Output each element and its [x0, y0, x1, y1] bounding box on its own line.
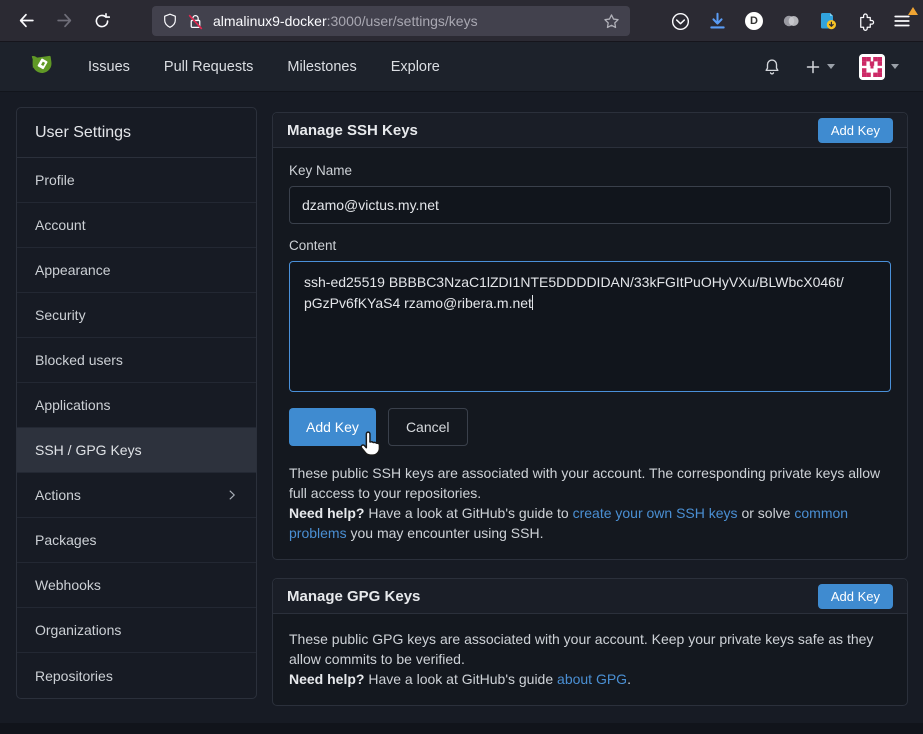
- gpg-need-help-line: Need help? Have a look at GitHub's guide…: [289, 669, 891, 689]
- sidebar-item-packages[interactable]: Packages: [17, 518, 256, 563]
- browser-reload-button[interactable]: [86, 5, 118, 37]
- key-name-input[interactable]: [289, 186, 891, 224]
- text-caret: [532, 295, 533, 310]
- ssh-need-help-line: Need help? Have a look at GitHub's guide…: [289, 503, 891, 543]
- key-name-label: Key Name: [289, 163, 891, 178]
- gitea-nav-links: Issues Pull Requests Milestones Explore: [88, 59, 440, 75]
- ssh-panel-body: Key Name Content ssh-ed25519 BBBBC3NzaC1…: [273, 148, 907, 559]
- browser-forward-button[interactable]: [48, 5, 80, 37]
- gpg-help-text: These public GPG keys are associated wit…: [289, 629, 891, 689]
- bookmark-star-icon[interactable]: [603, 13, 620, 30]
- nav-link-explore[interactable]: Explore: [391, 59, 440, 75]
- browser-back-button[interactable]: [10, 5, 42, 37]
- downloads-icon[interactable]: [706, 10, 728, 32]
- duckduckgo-extension-icon[interactable]: D: [743, 10, 765, 32]
- manage-gpg-keys-panel: Manage GPG Keys Add Key These public GPG…: [272, 578, 908, 706]
- nav-link-pull-requests[interactable]: Pull Requests: [164, 59, 253, 75]
- ssh-guide-link[interactable]: create your own SSH keys: [573, 505, 738, 521]
- gitea-logo[interactable]: [26, 51, 58, 83]
- create-new-dropdown[interactable]: [805, 59, 835, 75]
- sidebar-item-blocked-users[interactable]: Blocked users: [17, 338, 256, 383]
- ssh-form-buttons: Add Key Cancel: [289, 408, 891, 446]
- sidebar-title: User Settings: [17, 108, 256, 158]
- ssh-help-text: These public SSH keys are associated wit…: [289, 463, 891, 543]
- sidebar-item-ssh-gpg-keys[interactable]: SSH / GPG Keys: [17, 428, 256, 473]
- content-line2: pGzPv6fKYaS4 rzamo@ribera.m.net: [304, 293, 876, 314]
- ssh-panel-header: Manage SSH Keys Add Key: [273, 113, 907, 148]
- gpg-panel-header: Manage GPG Keys Add Key: [273, 579, 907, 614]
- sidebar-item-profile[interactable]: Profile: [17, 158, 256, 203]
- gitea-navbar: Issues Pull Requests Milestones Explore: [0, 42, 923, 92]
- gpg-header-add-key-button[interactable]: Add Key: [818, 584, 893, 609]
- content-line1: ssh-ed25519 BBBBC3NzaC1lZDI1NTE5DDDDIDAN…: [304, 272, 876, 293]
- navbar-right-cluster: [763, 54, 899, 80]
- nav-link-issues[interactable]: Issues: [88, 59, 130, 75]
- cancel-button[interactable]: Cancel: [388, 408, 468, 446]
- extensions-puzzle-icon[interactable]: [854, 10, 876, 32]
- avatar: [859, 54, 885, 80]
- reload-icon: [94, 13, 110, 29]
- url-text[interactable]: almalinux9-docker:3000/user/settings/key…: [213, 13, 594, 29]
- url-bar[interactable]: almalinux9-docker:3000/user/settings/key…: [152, 6, 630, 36]
- sidebar-item-organizations[interactable]: Organizations: [17, 608, 256, 653]
- settings-sidebar: User Settings Profile Account Appearance…: [16, 107, 257, 699]
- chevron-down-icon: [891, 64, 899, 69]
- ssh-panel-title: Manage SSH Keys: [287, 122, 418, 139]
- notifications-bell-button[interactable]: [763, 58, 781, 76]
- sidebar-item-security[interactable]: Security: [17, 293, 256, 338]
- add-key-submit-button[interactable]: Add Key: [289, 408, 376, 446]
- chevron-down-icon: [827, 64, 835, 69]
- forward-arrow-icon: [56, 12, 73, 29]
- sidebar-item-label: Actions: [35, 487, 81, 503]
- back-arrow-icon: [18, 12, 35, 29]
- sidebar-item-actions[interactable]: Actions: [17, 473, 256, 518]
- ssh-info-line: These public SSH keys are associated wit…: [289, 463, 891, 503]
- gpg-info-line: These public GPG keys are associated wit…: [289, 629, 891, 669]
- manage-ssh-keys-panel: Manage SSH Keys Add Key Key Name Content…: [272, 112, 908, 560]
- sidebar-item-webhooks[interactable]: Webhooks: [17, 563, 256, 608]
- sidebar-item-account[interactable]: Account: [17, 203, 256, 248]
- user-avatar-dropdown[interactable]: [859, 54, 899, 80]
- insecure-lock-icon[interactable]: [187, 13, 204, 30]
- sidebar-item-applications[interactable]: Applications: [17, 383, 256, 428]
- d-badge: D: [745, 12, 763, 30]
- ssh-header-add-key-button[interactable]: Add Key: [818, 118, 893, 143]
- footer-strip: [0, 723, 923, 734]
- plus-icon: [805, 59, 821, 75]
- menu-hamburger-icon[interactable]: [891, 10, 913, 32]
- shield-permissions-icon[interactable]: [162, 13, 178, 29]
- chevron-right-icon: [226, 489, 238, 501]
- gpg-panel-body: These public GPG keys are associated wit…: [273, 614, 907, 705]
- translate-document-extension-icon[interactable]: [817, 10, 839, 32]
- bell-icon: [763, 58, 781, 76]
- about-gpg-link[interactable]: about GPG: [557, 671, 627, 687]
- sidebar-item-repositories[interactable]: Repositories: [17, 653, 256, 698]
- content-textarea[interactable]: ssh-ed25519 BBBBC3NzaC1lZDI1NTE5DDDDIDAN…: [289, 261, 891, 392]
- content-label: Content: [289, 238, 891, 253]
- nav-link-milestones[interactable]: Milestones: [287, 59, 356, 75]
- url-host: almalinux9-docker: [213, 13, 327, 29]
- extension-toolbar: D: [669, 0, 913, 42]
- update-warning-badge: [908, 7, 918, 15]
- privacy-extension-icon[interactable]: [780, 10, 802, 32]
- browser-toolbar: almalinux9-docker:3000/user/settings/key…: [0, 0, 923, 42]
- sidebar-item-appearance[interactable]: Appearance: [17, 248, 256, 293]
- url-path: :3000/user/settings/keys: [327, 13, 478, 29]
- gpg-panel-title: Manage GPG Keys: [287, 588, 420, 605]
- pocket-icon[interactable]: [669, 10, 691, 32]
